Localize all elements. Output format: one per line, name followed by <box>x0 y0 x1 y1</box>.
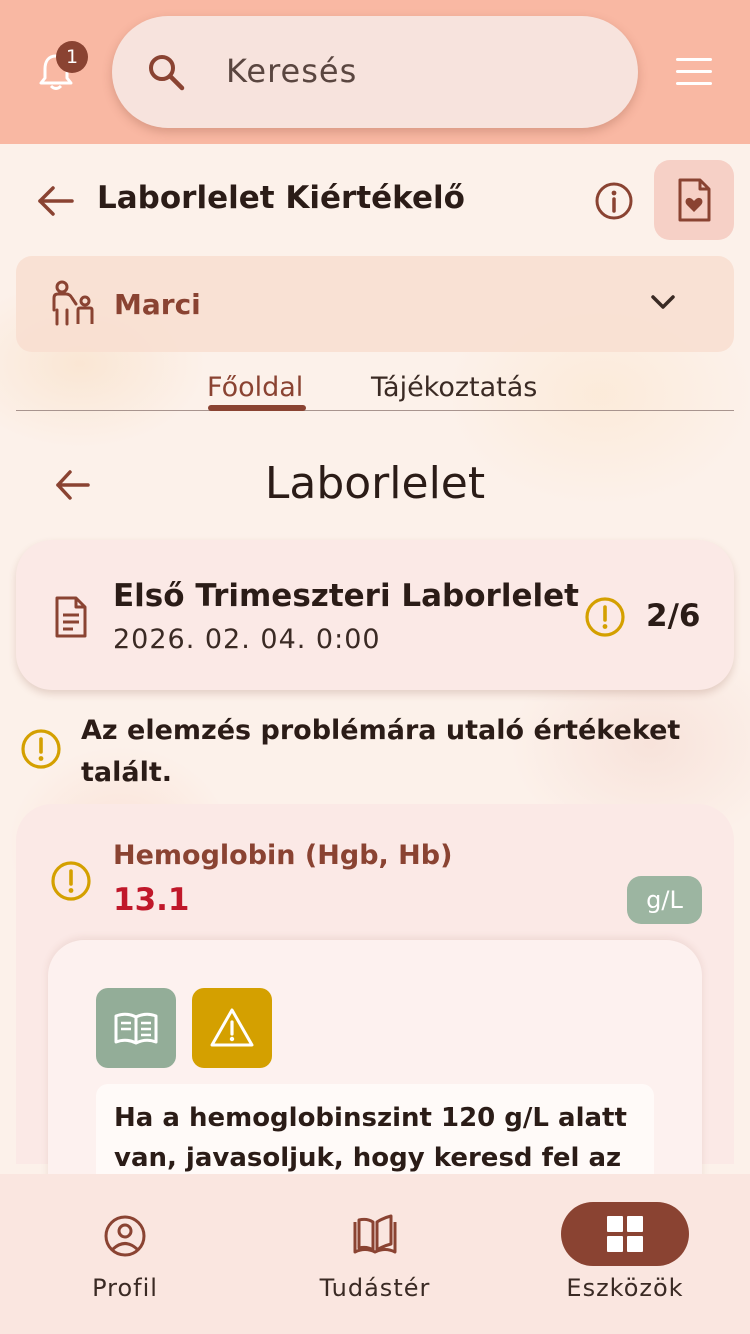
lab-report-card[interactable]: Első Trimeszteri Laborlelet 2026. 02. 04… <box>16 540 734 690</box>
warning-circle-icon <box>585 597 625 637</box>
search-bar[interactable] <box>112 16 638 128</box>
result-value: 13.1 <box>113 882 190 918</box>
active-tab-indicator <box>208 405 306 411</box>
analysis-warning-message: Az elemzés problémára utaló értékeket ta… <box>81 715 681 788</box>
advice-text: Ha a hemoglobinszint 120 g/L alatt van, … <box>114 1103 627 1173</box>
warning-triangle-icon <box>210 1008 254 1047</box>
back-arrow-icon[interactable] <box>36 184 76 218</box>
notification-badge: 1 <box>56 41 88 73</box>
warning-button[interactable] <box>192 988 272 1068</box>
grid-icon <box>607 1216 643 1252</box>
medical-document-button[interactable] <box>654 160 734 240</box>
page-title: Laborlelet Kiértékelő <box>97 180 465 216</box>
book-icon <box>353 1214 397 1254</box>
section-title: Laborlelet <box>264 458 486 509</box>
hamburger-menu-icon[interactable] <box>676 58 712 86</box>
info-icon[interactable] <box>594 181 634 221</box>
search-input[interactable]: Keresés <box>226 52 357 90</box>
profile-icon <box>104 1215 146 1257</box>
knowledge-button[interactable] <box>96 988 176 1068</box>
warning-circle-icon <box>21 729 61 769</box>
result-card: Hemoglobin (Hgb, Hb) 13.1 g/L Ha a hemog… <box>16 804 734 1204</box>
result-detail-card: Ha a hemoglobinszint 120 g/L alatt van, … <box>48 940 702 1204</box>
patient-name: Marci <box>114 288 201 321</box>
flagged-count: 2/6 <box>646 598 701 634</box>
nav-profile[interactable]: Profil <box>0 1174 250 1334</box>
open-book-icon <box>114 1012 158 1045</box>
search-icon <box>149 55 185 91</box>
tab-information[interactable]: Tájékoztatás <box>371 372 537 403</box>
patient-selector[interactable]: Marci <box>16 256 734 352</box>
top-bar: 1 Keresés <box>0 0 750 144</box>
document-heart-icon <box>678 178 711 222</box>
warning-circle-icon <box>51 861 91 901</box>
nav-active-indicator[interactable] <box>561 1202 689 1266</box>
parent-child-icon <box>52 280 94 326</box>
document-icon <box>55 596 87 638</box>
unit-badge: g/L <box>627 876 702 924</box>
nav-tools-label: Eszközök <box>566 1274 684 1302</box>
nav-knowledge[interactable]: Tudástér <box>250 1174 500 1334</box>
nav-profile-label: Profil <box>92 1274 158 1302</box>
tab-home[interactable]: Főoldal <box>207 372 303 403</box>
lab-report-date: 2026. 02. 04. 0:00 <box>113 624 381 655</box>
chevron-down-icon <box>651 295 675 309</box>
result-name: Hemoglobin (Hgb, Hb) <box>113 840 453 871</box>
nav-knowledge-label: Tudástér <box>319 1274 431 1302</box>
lab-report-title: Első Trimeszteri Laborlelet <box>113 578 579 614</box>
tabs-divider <box>16 410 734 411</box>
